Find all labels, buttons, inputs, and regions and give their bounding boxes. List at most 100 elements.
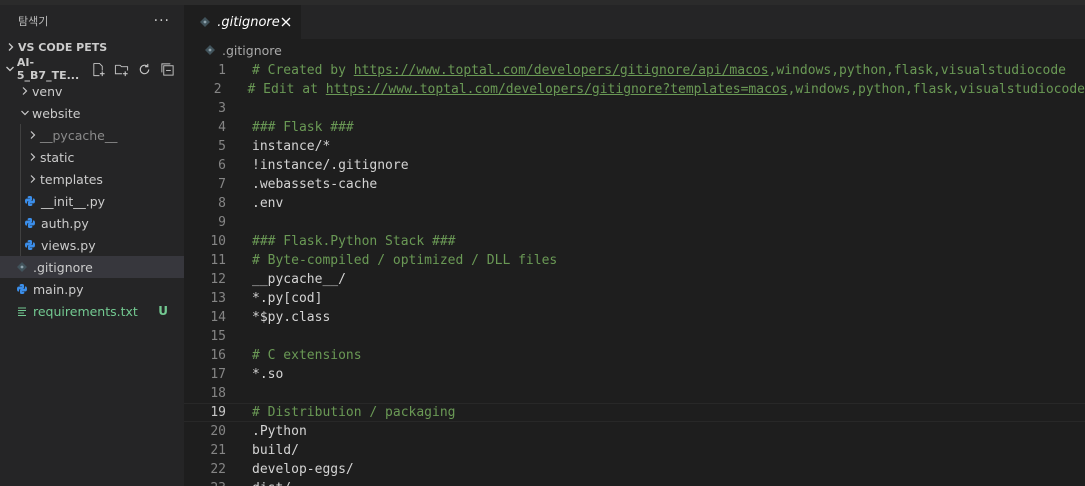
indent-guide (20, 234, 21, 256)
line-text: .Python (252, 424, 307, 439)
line-text: # Byte-compiled / optimized / DLL files (252, 253, 558, 268)
tree-item-label: __pycache__ (40, 127, 118, 143)
line-text: instance/* (252, 139, 331, 154)
breadcrumb[interactable]: .gitignore (184, 39, 1085, 61)
untracked-badge: U (158, 304, 168, 318)
code-line[interactable]: 1 # Created by https://www.toptal.com/dev… (184, 61, 1085, 80)
line-text: !instance/.gitignore (252, 158, 409, 173)
line-text: # Created by https://www.toptal.com/deve… (252, 63, 1066, 78)
code-line[interactable]: 23 dist/ (184, 479, 1085, 486)
chevron-right-icon (26, 174, 40, 184)
refresh-icon[interactable] (136, 61, 153, 78)
explorer-title: 탐색기 (18, 14, 49, 28)
line-text: # Distribution / packaging (252, 405, 456, 420)
new-file-icon[interactable] (90, 61, 107, 78)
new-folder-icon[interactable] (113, 61, 130, 78)
tree-item-pycache[interactable]: __pycache__ (0, 124, 184, 146)
line-text: develop-eggs/ (252, 462, 354, 477)
collapse-all-icon[interactable] (159, 61, 176, 78)
code-line[interactable]: 8 .env (184, 194, 1085, 213)
code-line[interactable]: 22 develop-eggs/ (184, 460, 1085, 479)
tab-label: .gitignore (217, 14, 280, 30)
code-line[interactable]: 21 build/ (184, 441, 1085, 460)
line-number: 11 (210, 253, 226, 268)
section-label: VS CODE PETS (18, 40, 108, 54)
tab-bar: .gitignore (184, 5, 1085, 39)
line-text: ### Flask.Python Stack ### (252, 234, 456, 249)
line-number: 15 (210, 329, 226, 344)
tree-item-main-py[interactable]: main.py (0, 278, 184, 300)
code-line[interactable]: 3 (184, 99, 1085, 118)
tree-item-label: venv (32, 83, 63, 99)
indent-guide (20, 168, 21, 190)
python-file-icon (14, 283, 30, 295)
line-text: *.py[cod] (252, 291, 323, 306)
code-line[interactable]: 20 .Python (184, 422, 1085, 441)
line-number: 16 (210, 348, 226, 363)
line-number: 7 (218, 177, 226, 192)
section-vscode-pets[interactable]: VS CODE PETS (0, 36, 184, 58)
line-number: 3 (218, 101, 226, 116)
tree-item-label: .gitignore (33, 259, 93, 275)
line-text: build/ (252, 443, 299, 458)
tree-item-venv[interactable]: venv (0, 80, 184, 102)
explorer-header: 탐색기 ··· (0, 5, 184, 36)
tree-item-label: static (40, 149, 75, 165)
code-editor[interactable]: 1 # Created by https://www.toptal.com/dev… (184, 61, 1085, 486)
code-line[interactable]: 19 # Distribution / packaging (184, 403, 1085, 422)
line-number: 1 (218, 63, 226, 78)
line-text: .webassets-cache (252, 177, 378, 192)
chevron-right-icon (26, 130, 40, 140)
indent-guide (20, 190, 21, 212)
code-line[interactable]: 2 # Edit at https://www.toptal.com/develo… (184, 80, 1085, 99)
comment-prefix: # Created by (252, 63, 354, 78)
line-number: 5 (218, 139, 226, 154)
code-line[interactable]: 13 *.py[cod] (184, 289, 1085, 308)
line-text: # C extensions (252, 348, 362, 363)
code-line[interactable]: 4 ### Flask ### (184, 118, 1085, 137)
line-text: *.so (252, 367, 284, 382)
tree-item-website[interactable]: website (0, 102, 184, 124)
line-number: 18 (210, 386, 226, 401)
editor-area: .gitignore .gitignore 1 # Created by http… (184, 5, 1085, 486)
code-line[interactable]: 9 (184, 213, 1085, 232)
code-line[interactable]: 5 instance/* (184, 137, 1085, 156)
code-line[interactable]: 10 ### Flask.Python Stack ### (184, 232, 1085, 251)
indent-guide (20, 124, 21, 146)
code-line[interactable]: 17 *.so (184, 365, 1085, 384)
code-line[interactable]: 16 # C extensions (184, 346, 1085, 365)
tree-item-label: requirements.txt (33, 303, 138, 319)
indent-guide (20, 212, 21, 234)
tree-item-static[interactable]: static (0, 146, 184, 168)
tree-item-init-py[interactable]: __init__.py (0, 190, 184, 212)
code-line[interactable]: 11 # Byte-compiled / optimized / DLL file… (184, 251, 1085, 270)
explorer-sidebar: 탐색기 ··· VS CODE PETS AI-5_B7_TE... venv … (0, 5, 184, 486)
line-text: *$py.class (252, 310, 331, 325)
tree-item-auth-py[interactable]: auth.py (0, 212, 184, 234)
tree-item-label: website (32, 105, 81, 121)
line-text: .env (252, 196, 284, 211)
tree-item-requirements[interactable]: requirements.txt U (0, 300, 184, 322)
code-line[interactable]: 6 !instance/.gitignore (184, 156, 1085, 175)
code-line[interactable]: 18 (184, 384, 1085, 403)
line-number: 4 (218, 120, 226, 135)
url-link[interactable]: https://www.toptal.com/developers/gitign… (354, 63, 769, 78)
tree-item-label: main.py (33, 281, 84, 297)
tree-item-gitignore[interactable]: .gitignore (0, 256, 184, 278)
more-icon[interactable]: ··· (154, 13, 170, 29)
tree-item-label: auth.py (41, 215, 89, 231)
tab-gitignore[interactable]: .gitignore (184, 5, 301, 39)
code-line[interactable]: 12 __pycache__/ (184, 270, 1085, 289)
code-line[interactable]: 7 .webassets-cache (184, 175, 1085, 194)
line-number: 10 (210, 234, 226, 249)
section-workspace[interactable]: AI-5_B7_TE... (0, 56, 184, 82)
code-line[interactable]: 14 *$py.class (184, 308, 1085, 327)
url-link[interactable]: https://www.toptal.com/developers/gitign… (326, 82, 788, 97)
section-label: AI-5_B7_TE... (16, 56, 80, 82)
tree-item-templates[interactable]: templates (0, 168, 184, 190)
tree-item-label: __init__.py (41, 193, 106, 209)
close-icon[interactable] (280, 14, 293, 30)
gitignore-file-icon (198, 16, 211, 28)
tree-item-views-py[interactable]: views.py (0, 234, 184, 256)
code-line[interactable]: 15 (184, 327, 1085, 346)
